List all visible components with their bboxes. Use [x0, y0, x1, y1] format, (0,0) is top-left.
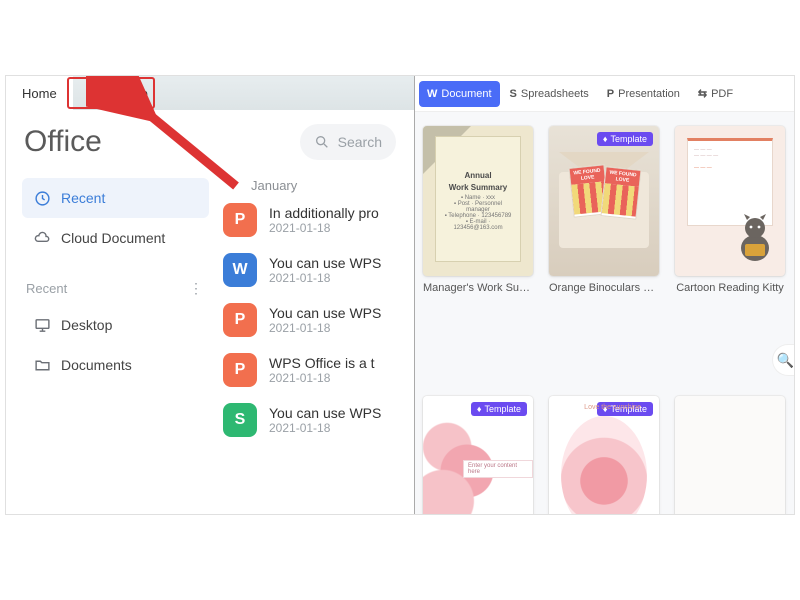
doc-title: In additionally pro [269, 205, 379, 221]
sidebar: Recent Cloud Document Recent ⋮ Desk [6, 170, 221, 445]
pres-glyph-icon: P [607, 88, 614, 100]
sidebar-group-label: Recent [26, 281, 67, 296]
tab-home-label: Home [22, 86, 57, 101]
doc-glyph-icon: W [427, 88, 437, 100]
doc-date: 2021-01-18 [269, 221, 379, 235]
sidebar-item-label: Recent [61, 190, 105, 206]
template-type-tabs: W Document S Spreadsheets P Presentation ⇆ P… [415, 76, 795, 112]
filetype-icon: P [223, 203, 257, 237]
doc-title: You can use WPS [269, 305, 381, 321]
template-thumbnail: ♦Template WE FOUND LOVE WE FOUND LOVE [549, 126, 659, 276]
template-row-2: ♦Template Enter your content here ♦Templ… [423, 396, 795, 515]
tab-spreadsheets[interactable]: S Spreadsheets [502, 81, 597, 107]
cat-illustration-icon [735, 214, 775, 262]
template-card[interactable]: ♦Template Enter your content here [423, 396, 533, 515]
template-thumbnail: ♦Template Love the sunshine [549, 396, 659, 515]
filetype-icon: S [223, 403, 257, 437]
recent-document-row[interactable]: P In additionally pro2021-01-18 [221, 195, 414, 245]
title-row: Office Search [6, 110, 414, 170]
template-row-1: AnnualWork Summary▪ Name · xxx▪ Post · P… [415, 112, 795, 294]
recent-document-row[interactable]: W You can use WPS2021-01-18 [221, 245, 414, 295]
tab-home[interactable]: Home [6, 76, 73, 110]
template-gallery-pane: W Document S Spreadsheets P Presentation ⇆ P… [414, 76, 795, 514]
tab-label: Presentation [618, 88, 680, 100]
template-badge: ♦Template [597, 132, 653, 146]
recent-document-row[interactable]: P You can use WPS2021-01-18 [221, 295, 414, 345]
template-caption: Manager's Work Summary [423, 282, 533, 294]
sheet-glyph-icon: S [510, 88, 517, 100]
more-icon[interactable]: ⋮ [189, 280, 203, 297]
recent-month-label: January [221, 172, 414, 195]
doc-date: 2021-01-18 [269, 321, 381, 335]
sidebar-item-label: Documents [61, 357, 132, 373]
template-card[interactable]: AnnualWork Summary▪ Name · xxx▪ Post · P… [423, 126, 533, 294]
tab-bar: Home + NewTab [6, 76, 414, 110]
recent-documents: January PIn additionally pro2021-01-18WY… [221, 170, 414, 445]
template-card[interactable] [675, 396, 785, 515]
template-caption: Cartoon Reading Kitty [675, 282, 785, 294]
tab-document[interactable]: W Document [419, 81, 500, 107]
tab-new[interactable]: + NewTab [73, 76, 162, 110]
plus-icon: + [87, 85, 95, 101]
recent-document-row[interactable]: P WPS Office is a t2021-01-18 [221, 345, 414, 395]
app-title: Office [24, 125, 102, 159]
sidebar-item-documents[interactable]: Documents [22, 345, 209, 385]
quick-search-button[interactable]: 🔍 [772, 344, 795, 376]
diamond-icon: ♦ [603, 134, 608, 144]
template-thumbnail: ♦Template Enter your content here [423, 396, 533, 515]
template-thumbnail: — — —— — — —— — — [675, 126, 785, 276]
tab-new-label: NewTab [101, 86, 148, 101]
sidebar-item-desktop[interactable]: Desktop [22, 305, 209, 345]
sidebar-item-label: Desktop [61, 317, 112, 333]
doc-date: 2021-01-18 [269, 421, 381, 435]
tab-presentation[interactable]: P Presentation [599, 81, 688, 107]
sidebar-item-recent[interactable]: Recent [22, 178, 209, 218]
tab-label: Document [441, 88, 491, 100]
filetype-icon: P [223, 353, 257, 387]
doc-title: You can use WPS [269, 405, 381, 421]
folder-icon [34, 357, 51, 374]
cloud-icon [34, 230, 51, 247]
filetype-icon: P [223, 303, 257, 337]
doc-title: You can use WPS [269, 255, 381, 271]
search-icon [314, 134, 330, 150]
filetype-icon: W [223, 253, 257, 287]
recent-document-row[interactable]: S You can use WPS2021-01-18 [221, 395, 414, 445]
left-pane: Home + NewTab Office Search Recen [6, 76, 414, 514]
sidebar-item-cloud[interactable]: Cloud Document [22, 218, 209, 258]
clock-icon [34, 190, 51, 207]
pdf-glyph-icon: ⇆ [698, 87, 707, 100]
tab-label: PDF [711, 88, 733, 100]
template-thumbnail: AnnualWork Summary▪ Name · xxx▪ Post · P… [423, 126, 533, 276]
search-placeholder: Search [338, 134, 382, 150]
doc-title: WPS Office is a t [269, 355, 375, 371]
search-input[interactable]: Search [300, 124, 396, 160]
template-card[interactable]: ♦Template WE FOUND LOVE WE FOUND LOVE Or… [549, 126, 659, 294]
doc-date: 2021-01-18 [269, 271, 381, 285]
sidebar-item-label: Cloud Document [61, 230, 165, 246]
tab-pdf[interactable]: ⇆ PDF [690, 81, 741, 107]
template-caption: Orange Binoculars Love Po… [549, 282, 659, 294]
template-thumbnail [675, 396, 785, 515]
tab-label: Spreadsheets [521, 88, 589, 100]
sidebar-group-recent: Recent ⋮ [22, 274, 209, 305]
template-card[interactable]: ♦Template Love the sunshine [549, 396, 659, 515]
doc-date: 2021-01-18 [269, 371, 375, 385]
template-card[interactable]: — — —— — — —— — — Cartoon Reading Kitty [675, 126, 785, 294]
desktop-icon [34, 317, 51, 334]
search-icon: 🔍 [777, 352, 794, 369]
